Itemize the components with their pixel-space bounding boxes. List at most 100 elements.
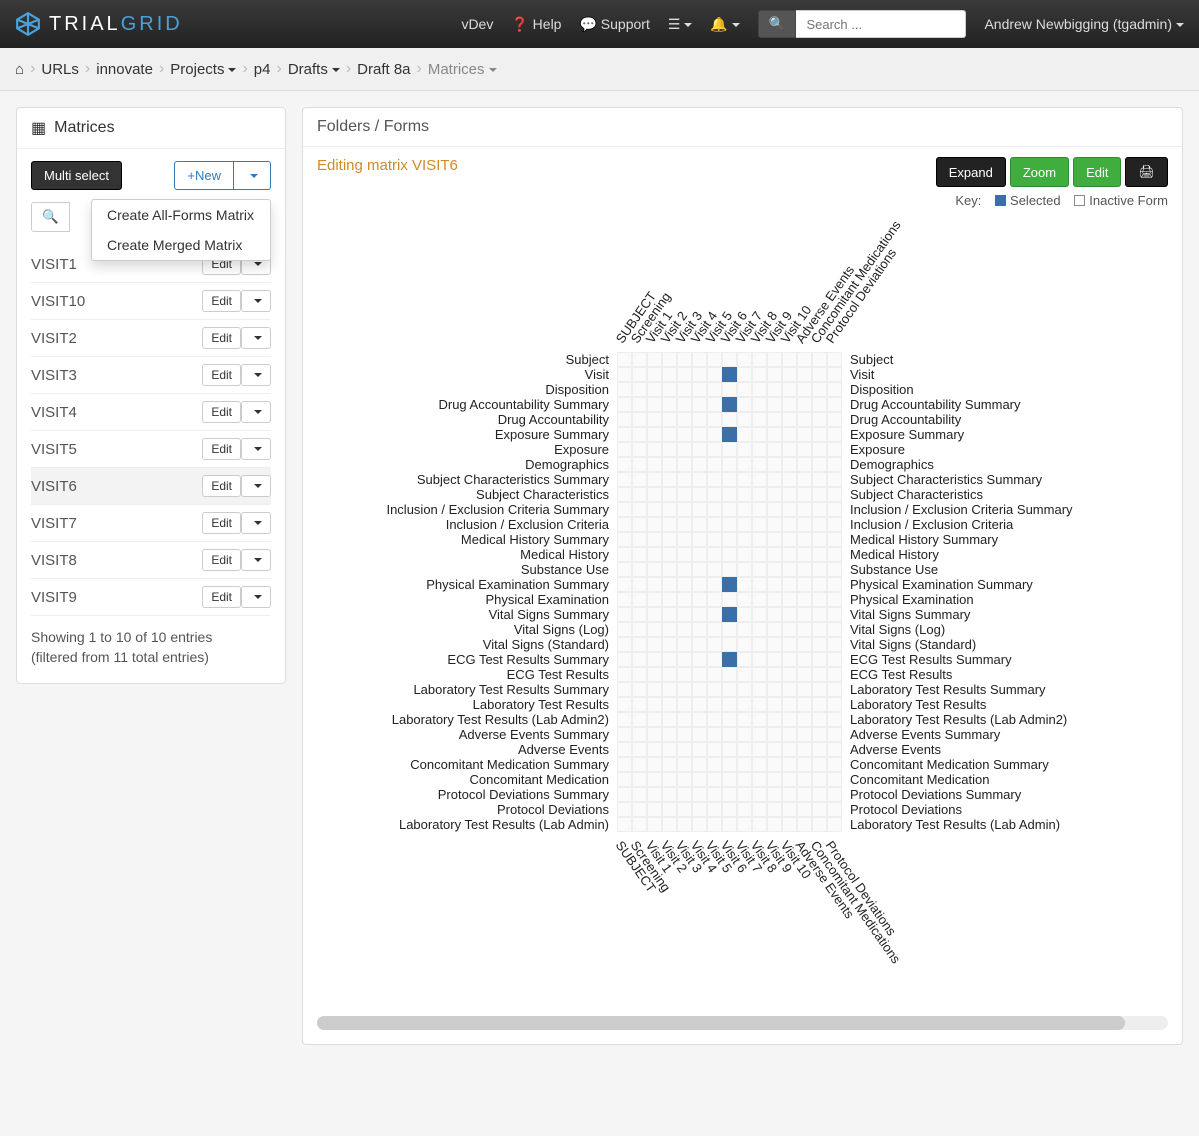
grid-cell[interactable] — [647, 367, 662, 382]
grid-cell[interactable] — [617, 412, 632, 427]
grid-cell[interactable] — [692, 622, 707, 637]
grid-cell[interactable] — [722, 382, 737, 397]
grid-cell[interactable] — [707, 697, 722, 712]
grid-cell[interactable] — [827, 592, 842, 607]
grid-cell[interactable] — [827, 457, 842, 472]
grid-cell[interactable] — [812, 442, 827, 457]
grid-cell[interactable] — [617, 517, 632, 532]
grid-cell[interactable] — [767, 667, 782, 682]
matrix-item-visit8[interactable]: VISIT8Edit — [31, 542, 271, 579]
grid-cell[interactable] — [647, 457, 662, 472]
grid-cell[interactable] — [677, 427, 692, 442]
edit-button[interactable]: Edit — [1073, 157, 1121, 187]
grid-cell[interactable] — [677, 742, 692, 757]
grid-cell[interactable] — [662, 352, 677, 367]
grid-cell[interactable] — [647, 412, 662, 427]
grid-cell[interactable] — [827, 367, 842, 382]
grid-cell[interactable] — [617, 352, 632, 367]
scrollbar-thumb[interactable] — [317, 1016, 1125, 1030]
grid-cell[interactable] — [677, 772, 692, 787]
grid-cell[interactable] — [797, 487, 812, 502]
grid-cell[interactable] — [632, 442, 647, 457]
grid-cell[interactable] — [692, 652, 707, 667]
grid-cell[interactable] — [752, 802, 767, 817]
grid-cell[interactable] — [662, 802, 677, 817]
grid-cell[interactable] — [812, 502, 827, 517]
grid-cell[interactable] — [737, 637, 752, 652]
grid-cell[interactable] — [782, 532, 797, 547]
grid-cell[interactable] — [692, 577, 707, 592]
breadcrumb-p4[interactable]: p4 — [254, 61, 271, 78]
grid-cell[interactable] — [827, 652, 842, 667]
grid-cell[interactable] — [647, 667, 662, 682]
grid-cell[interactable] — [827, 562, 842, 577]
grid-cell[interactable] — [662, 772, 677, 787]
grid-cell[interactable] — [662, 487, 677, 502]
grid-cell[interactable] — [632, 502, 647, 517]
breadcrumb-innovate[interactable]: innovate — [96, 61, 153, 78]
grid-cell[interactable] — [812, 592, 827, 607]
matrix-edit-dropdown[interactable] — [241, 401, 271, 423]
grid-cell[interactable] — [812, 622, 827, 637]
grid-cell[interactable] — [752, 772, 767, 787]
grid-cell[interactable] — [737, 697, 752, 712]
grid-cell[interactable] — [827, 397, 842, 412]
grid-cell[interactable] — [662, 562, 677, 577]
grid-cell[interactable] — [767, 817, 782, 832]
grid-cell[interactable] — [827, 517, 842, 532]
grid-cell[interactable] — [662, 742, 677, 757]
zoom-button[interactable]: Zoom — [1010, 157, 1069, 187]
grid-cell[interactable] — [647, 352, 662, 367]
grid-cell[interactable] — [752, 517, 767, 532]
grid-cell[interactable] — [647, 382, 662, 397]
grid-cell[interactable] — [647, 502, 662, 517]
grid-cell[interactable] — [647, 607, 662, 622]
grid-cell[interactable] — [617, 742, 632, 757]
grid-cell[interactable] — [797, 682, 812, 697]
matrix-item-visit9[interactable]: VISIT9Edit — [31, 579, 271, 616]
grid-cell[interactable] — [662, 367, 677, 382]
grid-cell[interactable] — [677, 352, 692, 367]
grid-cell[interactable] — [812, 412, 827, 427]
grid-cell[interactable] — [632, 562, 647, 577]
grid-cell[interactable] — [692, 517, 707, 532]
grid-cell[interactable] — [617, 787, 632, 802]
grid-cell[interactable] — [752, 427, 767, 442]
grid-cell[interactable] — [692, 742, 707, 757]
filter-search-button[interactable]: 🔍 — [31, 202, 70, 232]
grid-cell[interactable] — [692, 367, 707, 382]
grid-cell[interactable] — [752, 367, 767, 382]
grid-cell[interactable] — [632, 697, 647, 712]
grid-cell[interactable] — [677, 517, 692, 532]
grid-cell[interactable] — [797, 397, 812, 412]
grid-cell[interactable] — [707, 682, 722, 697]
grid-cell[interactable] — [752, 637, 767, 652]
multi-select-button[interactable]: Multi select — [31, 161, 122, 190]
grid-cell[interactable] — [722, 367, 737, 382]
grid-cell[interactable] — [797, 772, 812, 787]
grid-cell[interactable] — [767, 682, 782, 697]
grid-cell[interactable] — [782, 472, 797, 487]
grid-cell[interactable] — [752, 757, 767, 772]
grid-cell[interactable] — [632, 427, 647, 442]
grid-cell[interactable] — [812, 457, 827, 472]
grid-cell[interactable] — [782, 802, 797, 817]
grid-cell[interactable] — [812, 817, 827, 832]
grid-cell[interactable] — [707, 547, 722, 562]
grid-cell[interactable] — [722, 457, 737, 472]
grid-cell[interactable] — [737, 772, 752, 787]
grid-cell[interactable] — [647, 787, 662, 802]
grid-cell[interactable] — [752, 727, 767, 742]
breadcrumb-matrices[interactable]: Matrices — [428, 61, 497, 78]
grid-cell[interactable] — [647, 487, 662, 502]
grid-cell[interactable] — [782, 487, 797, 502]
grid-cell[interactable] — [782, 397, 797, 412]
grid-cell[interactable] — [677, 547, 692, 562]
grid-cell[interactable] — [797, 607, 812, 622]
grid-cell[interactable] — [827, 442, 842, 457]
grid-cell[interactable] — [677, 562, 692, 577]
grid-cell[interactable] — [827, 667, 842, 682]
grid-cell[interactable] — [827, 382, 842, 397]
grid-cell[interactable] — [707, 727, 722, 742]
grid-cell[interactable] — [647, 427, 662, 442]
